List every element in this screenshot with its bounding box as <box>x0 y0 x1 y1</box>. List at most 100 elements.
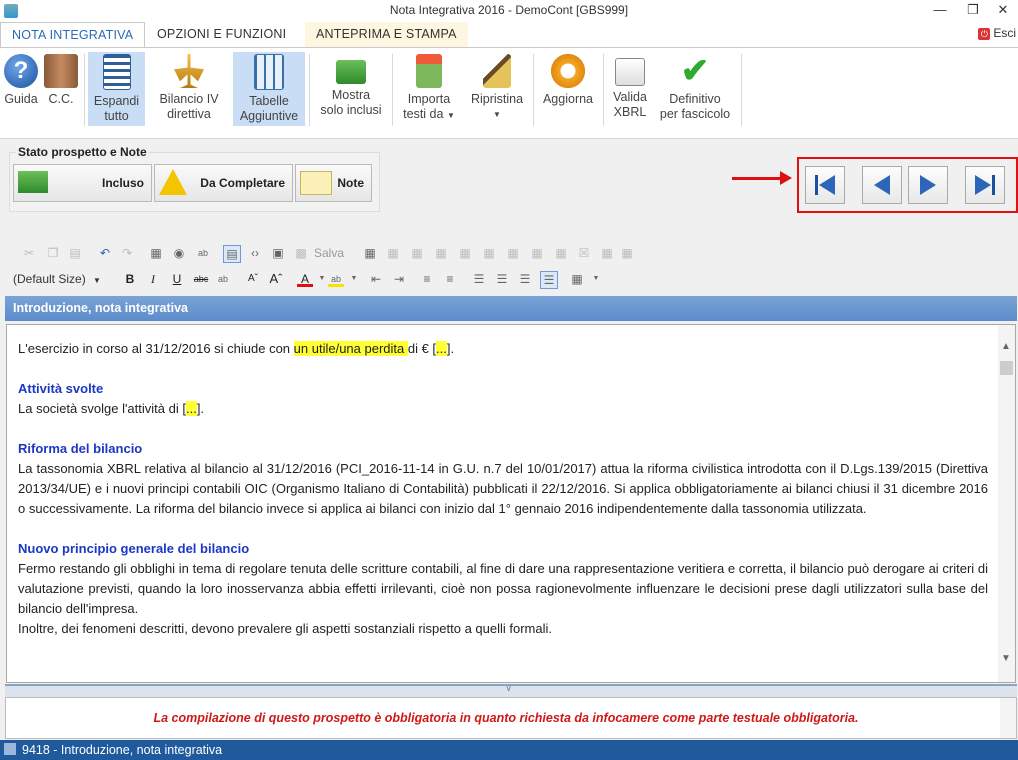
restore-button[interactable]: ❐ <box>958 0 988 22</box>
delete-row-icon[interactable]: ▦ <box>505 245 521 261</box>
cut-icon[interactable]: ✂ <box>21 245 37 261</box>
font-color-icon[interactable]: A <box>297 271 313 287</box>
insert-col-right-icon[interactable]: ▦ <box>481 245 497 261</box>
valida-xbrl-button[interactable]: Valida XBRL <box>608 52 652 126</box>
align-right-icon[interactable]: ☰ <box>517 271 533 287</box>
bullets-icon[interactable]: ≡ <box>419 271 435 287</box>
insert-row-below-icon[interactable]: ▦ <box>433 245 449 261</box>
insert-col-icon[interactable]: ▦ <box>457 245 473 261</box>
underline-icon[interactable]: U <box>169 271 185 287</box>
split-cells-icon[interactable]: ▦ <box>599 245 615 261</box>
replace-icon[interactable]: ab <box>195 245 211 261</box>
grow-font-icon[interactable]: Aˆ <box>268 271 284 287</box>
scroll-up-icon[interactable]: ▲ <box>1001 341 1011 352</box>
splitter[interactable]: ∨ <box>5 683 1017 698</box>
scroll-thumb[interactable] <box>1000 361 1013 375</box>
next-icon <box>920 175 936 195</box>
last-record-button[interactable] <box>965 166 1005 204</box>
cc-button[interactable]: C.C. <box>42 52 80 126</box>
ribbon: ? Guida C.C. Espandi tutto Bilancio IV d… <box>0 47 1018 139</box>
minimize-button[interactable]: — <box>925 0 955 22</box>
highlight-icon[interactable]: ab <box>328 271 344 287</box>
borders-icon[interactable]: ▦ <box>569 271 585 287</box>
notes-scrollbar[interactable] <box>1000 698 1016 738</box>
outdent-icon[interactable]: ⇤ <box>368 271 384 287</box>
insert-row-icon[interactable]: ▦ <box>409 245 425 261</box>
strikethrough-icon[interactable]: abc <box>193 271 209 287</box>
tabelle-aggiuntive-button[interactable]: Tabelle Aggiuntive <box>233 52 305 126</box>
broom-icon <box>483 54 511 88</box>
document-content[interactable]: L'esercizio in corso al 31/12/2016 si ch… <box>18 339 988 639</box>
separator <box>741 54 742 126</box>
chevron-down-icon[interactable]: ▼ <box>346 271 362 287</box>
ripristina-button[interactable]: Ripristina ▼ <box>464 52 530 126</box>
vertical-scrollbar[interactable]: ▲ ▼ <box>998 325 1015 682</box>
undo-icon[interactable]: ↶ <box>97 245 113 261</box>
justify-icon[interactable]: ☰ <box>540 271 558 289</box>
definitivo-fascicolo-button[interactable]: ✔ Definitivo per fascicolo <box>655 52 735 126</box>
close-button[interactable]: ✕ <box>988 0 1018 22</box>
document-editor[interactable]: L'esercizio in corso al 31/12/2016 si ch… <box>6 324 1016 683</box>
aggiorna-button[interactable]: Aggiorna <box>538 52 598 126</box>
bold-icon[interactable]: B <box>122 271 138 287</box>
exit-button[interactable]: ⏻ Esci <box>978 26 1016 40</box>
align-left-icon[interactable]: ☰ <box>471 271 487 287</box>
tab-opzioni-funzioni[interactable]: OPZIONI E FUNZIONI <box>146 22 297 47</box>
note-button[interactable]: Note <box>295 164 372 202</box>
numbering-icon[interactable]: ≡ <box>442 271 458 287</box>
cell-props-icon[interactable]: ▦ <box>619 245 635 261</box>
bilancio-iv-button[interactable]: Bilancio IV direttiva <box>152 52 226 126</box>
mostra-inclusi-button[interactable]: Mostra solo inclusi <box>314 52 388 126</box>
tab-nota-integrativa[interactable]: NOTA INTEGRATIVA <box>0 22 146 48</box>
separator <box>603 54 604 126</box>
definitivo-label-2: per fascicolo <box>659 107 731 121</box>
editor-toolbar-2: (Default Size) ▼ B I U abc ab Aˇ Aˆ A ▼ … <box>5 267 1015 291</box>
save-button[interactable]: Salva <box>314 246 344 260</box>
delete-table-icon[interactable]: ☒ <box>576 245 592 261</box>
copy-icon[interactable]: ❐ <box>45 245 61 261</box>
font-size-select[interactable]: (Default Size) ▼ <box>13 270 115 288</box>
first-record-button[interactable] <box>805 166 845 204</box>
incluso-button[interactable]: Incluso <box>13 164 152 202</box>
align-center-icon[interactable]: ☰ <box>494 271 510 287</box>
paragraph-inoltre: Inoltre, dei fenomeni descritti, devono … <box>18 621 552 636</box>
help-icon: ? <box>4 54 38 88</box>
list-green-icon <box>18 171 48 193</box>
tab-anteprima-stampa[interactable]: ANTEPRIMA E STAMPA <box>305 22 468 47</box>
save-icon[interactable]: ▩ <box>293 245 309 261</box>
delete-col-icon[interactable]: ▦ <box>529 245 545 261</box>
da-completare-button[interactable]: Da Completare <box>154 164 293 202</box>
shrink-font-icon[interactable]: Aˇ <box>245 271 261 287</box>
refresh-icon <box>551 54 585 88</box>
espandi-label: Espandi <box>93 94 140 108</box>
arrow-head-icon <box>780 171 792 185</box>
title-bar: Nota Integrativa 2016 - DemoCont [GBS999… <box>0 0 1018 22</box>
scale-icon <box>174 54 204 88</box>
table-icon[interactable]: ▦ <box>362 245 378 261</box>
heading-riforma: Riforma del bilancio <box>18 441 143 456</box>
chevron-down-icon[interactable]: ▼ <box>588 271 604 287</box>
italic-icon[interactable]: I <box>145 271 161 287</box>
paste-icon[interactable]: ▤ <box>67 245 83 261</box>
guida-button[interactable]: ? Guida <box>2 52 40 126</box>
scroll-down-icon[interactable]: ▼ <box>1001 653 1011 664</box>
editor-toolbar-1: ✂ ❐ ▤ ↶ ↷ ▦ ◉ ab ▤ ‹› ▣ ▩ Salva ▦ ▦ ▦ ▦ … <box>5 241 1015 265</box>
importa-testi-button[interactable]: Importa testi da ▼ <box>398 52 460 126</box>
section-header: Introduzione, nota integrativa <box>5 296 1017 321</box>
merge-cells-icon[interactable]: ▦ <box>553 245 569 261</box>
indent-icon[interactable]: ⇥ <box>391 271 407 287</box>
redo-icon[interactable]: ↷ <box>119 245 135 261</box>
table-props-icon[interactable]: ▦ <box>385 245 401 261</box>
espandi-tutto-button[interactable]: Espandi tutto <box>88 52 145 126</box>
select-all-icon[interactable]: ▦ <box>148 245 164 261</box>
definitivo-label: Definitivo <box>669 92 721 106</box>
find-icon[interactable]: ◉ <box>171 245 187 261</box>
page-view-icon[interactable]: ▤ <box>223 245 241 263</box>
chevron-down-icon[interactable]: ∨ <box>505 683 512 694</box>
chevron-down-icon: ▼ <box>493 110 501 119</box>
preview-icon[interactable]: ▣ <box>270 245 286 261</box>
spellcheck-icon[interactable]: ab <box>215 271 231 287</box>
html-view-icon[interactable]: ‹› <box>247 245 263 261</box>
next-record-button[interactable] <box>908 166 948 204</box>
previous-record-button[interactable] <box>862 166 902 204</box>
